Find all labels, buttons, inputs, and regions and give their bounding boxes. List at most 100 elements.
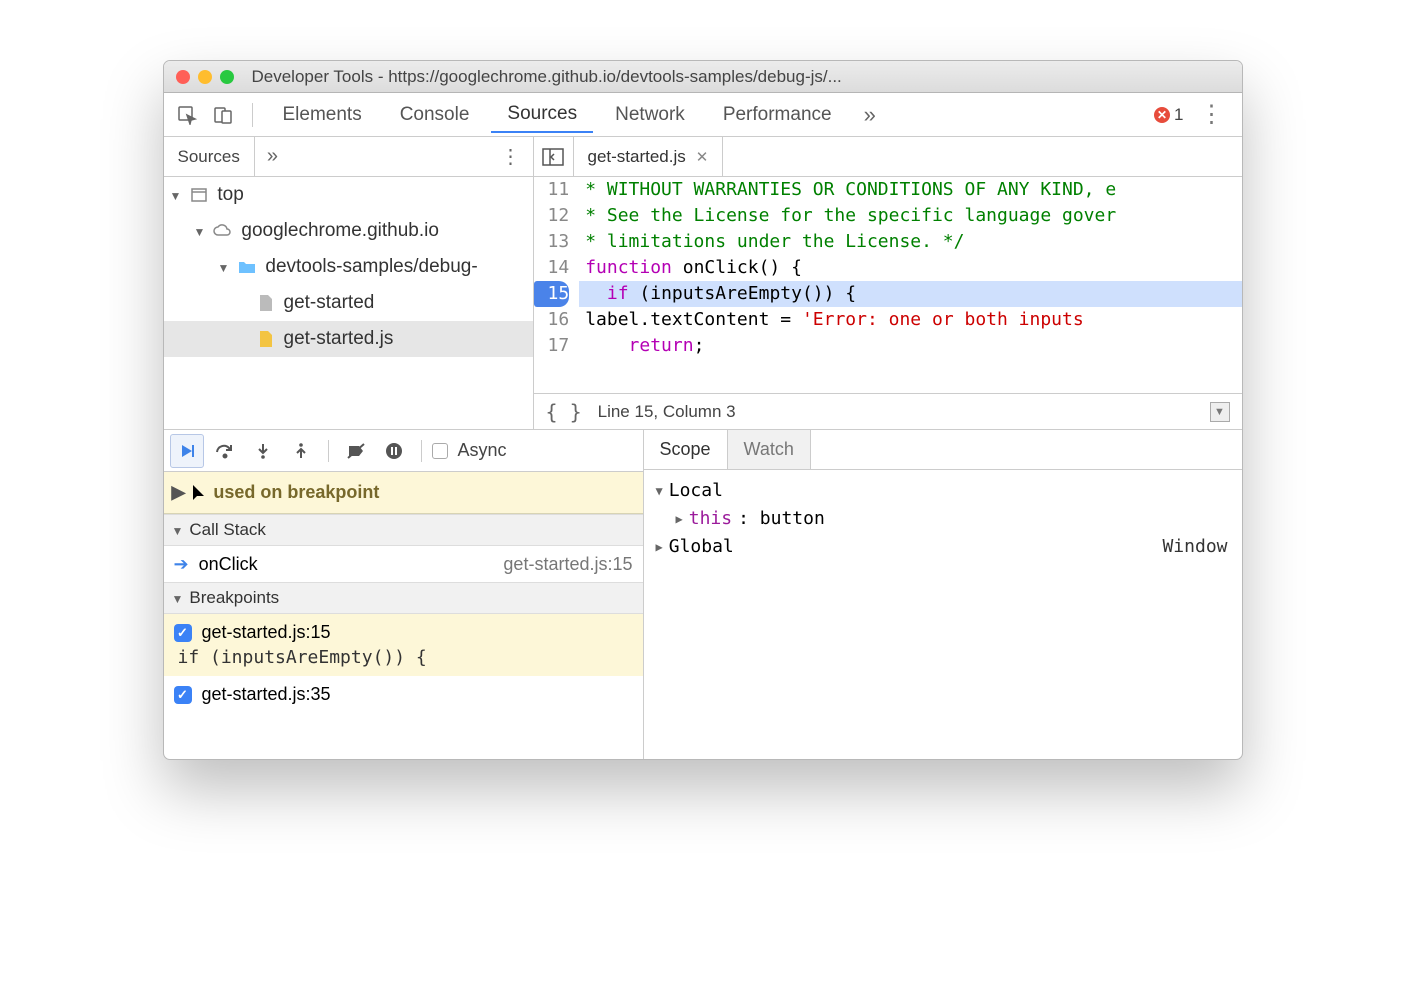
tree-folder[interactable]: ▼ devtools-samples/debug-: [164, 249, 533, 285]
error-icon: ✕: [1154, 107, 1170, 123]
scope-local[interactable]: ▼Local: [644, 476, 1242, 504]
breakpoints-label: Breakpoints: [189, 588, 279, 608]
tree-file-html-label: get-started: [284, 292, 375, 314]
maximize-window-button[interactable]: [220, 70, 234, 84]
breakpoint-item[interactable]: ✓ get-started.js:35: [164, 676, 643, 713]
code-keyword: function: [585, 257, 672, 278]
breakpoints-header[interactable]: ▼Breakpoints: [164, 582, 643, 614]
pretty-print-icon[interactable]: { }: [546, 400, 582, 424]
debugger-toolbar: Async: [164, 430, 643, 472]
breakpoint-item[interactable]: ✓ get-started.js:15 if (inputsAreEmpty()…: [164, 614, 643, 676]
step-over-button[interactable]: [208, 434, 242, 468]
editor-tabs: get-started.js ✕: [534, 137, 1242, 177]
tree-file-js[interactable]: get-started.js: [164, 321, 533, 357]
editor-statusbar: { } Line 15, Column 3 ▼: [534, 393, 1242, 429]
scope-this-value: : button: [738, 508, 825, 529]
stack-frame-location: get-started.js:15: [503, 554, 632, 575]
subtab-more-icon[interactable]: »: [255, 137, 290, 176]
code-text: label.textContent =: [585, 309, 802, 330]
device-toolbar-icon[interactable]: [208, 100, 238, 130]
stack-frame-name: onClick: [199, 554, 258, 575]
tab-sources[interactable]: Sources: [491, 97, 593, 133]
step-into-button[interactable]: [246, 434, 280, 468]
code-text: (inputsAreEmpty()) {: [629, 283, 857, 304]
cursor-icon: [191, 483, 207, 503]
tree-file-js-label: get-started.js: [284, 328, 394, 350]
coverage-dropdown-icon[interactable]: ▼: [1210, 402, 1230, 422]
file-tree: ▼ top ▼ googlechrome.github.io ▼ devtool…: [164, 177, 533, 429]
breakpoint-code: if (inputsAreEmpty()) {: [174, 647, 633, 668]
async-checkbox[interactable]: [432, 443, 448, 459]
call-stack-label: Call Stack: [189, 520, 266, 540]
close-window-button[interactable]: [176, 70, 190, 84]
current-frame-icon: ➔: [174, 554, 189, 575]
breakpoint-checkbox[interactable]: ✓: [174, 624, 192, 642]
main-tabbar: Elements Console Sources Network Perform…: [164, 93, 1242, 137]
breakpoint-checkbox[interactable]: ✓: [174, 686, 192, 704]
call-stack-header[interactable]: ▼Call Stack: [164, 514, 643, 546]
tree-top-label: top: [217, 184, 243, 206]
window-titlebar: Developer Tools - https://googlechrome.g…: [164, 61, 1242, 93]
scope-tree: ▼Local ▶this: button ▶GlobalWindow: [644, 470, 1242, 759]
deactivate-breakpoints-button[interactable]: [339, 434, 373, 468]
window-icon: [189, 185, 209, 205]
paused-text: used on breakpoint: [213, 482, 379, 503]
scope-this-label: this: [689, 508, 732, 529]
navigator-toggle-icon[interactable]: [534, 137, 574, 176]
line-number-breakpoint[interactable]: 15: [534, 281, 570, 307]
subtab-menu-icon[interactable]: ⋮: [489, 137, 533, 176]
line-number[interactable]: 11: [534, 177, 570, 203]
scope-this[interactable]: ▶this: button: [644, 504, 1242, 532]
line-number[interactable]: 12: [534, 203, 570, 229]
code-keyword: return: [629, 335, 694, 356]
line-number[interactable]: 16: [534, 307, 570, 333]
tree-domain[interactable]: ▼ googlechrome.github.io: [164, 213, 533, 249]
resume-button[interactable]: [170, 434, 204, 468]
scope-global[interactable]: ▶GlobalWindow: [644, 532, 1242, 560]
tab-elements[interactable]: Elements: [267, 98, 378, 132]
scope-watch-tabs: Scope Watch: [644, 430, 1242, 470]
tab-watch[interactable]: Watch: [728, 430, 811, 469]
tab-network[interactable]: Network: [599, 98, 701, 132]
code-string: 'Error: one or both inputs: [802, 309, 1084, 330]
code-editor[interactable]: 11 12 13 14 15 16 17 * WITHOUT WARRANTIE…: [534, 177, 1242, 393]
step-out-button[interactable]: [284, 434, 318, 468]
stack-frame[interactable]: ➔ onClick get-started.js:15: [164, 546, 643, 582]
tree-file-html[interactable]: get-started: [164, 285, 533, 321]
settings-menu-icon[interactable]: ⋮: [1190, 100, 1234, 129]
code-keyword: if: [607, 283, 629, 304]
inspect-element-icon[interactable]: [172, 100, 202, 130]
file-js-icon: [256, 329, 276, 349]
cursor-position: Line 15, Column 3: [598, 402, 736, 422]
paused-banner: ▶ used on breakpoint: [164, 472, 643, 514]
line-gutter: 11 12 13 14 15 16 17: [534, 177, 580, 393]
code-line: * See the License for the specific langu…: [585, 205, 1116, 226]
tab-console[interactable]: Console: [384, 98, 486, 132]
more-tabs-icon[interactable]: »: [854, 102, 886, 128]
async-label: Async: [458, 440, 507, 461]
error-count-value: 1: [1174, 105, 1183, 125]
subtab-sources[interactable]: Sources: [164, 137, 255, 176]
sources-subtabs: Sources » ⋮: [164, 137, 533, 177]
tree-top[interactable]: ▼ top: [164, 177, 533, 213]
line-number[interactable]: 17: [534, 333, 570, 359]
minimize-window-button[interactable]: [198, 70, 212, 84]
tab-performance[interactable]: Performance: [707, 98, 848, 132]
file-tab-get-started-js[interactable]: get-started.js ✕: [574, 137, 724, 176]
file-tab-label: get-started.js: [588, 147, 686, 167]
window-title: Developer Tools - https://googlechrome.g…: [252, 67, 1230, 87]
tree-domain-label: googlechrome.github.io: [241, 220, 439, 242]
expand-icon: ▼: [194, 225, 206, 239]
pause-exceptions-button[interactable]: [377, 434, 411, 468]
tab-scope[interactable]: Scope: [644, 430, 728, 469]
code-line: * WITHOUT WARRANTIES OR CONDITIONS OF AN…: [585, 179, 1116, 200]
line-number[interactable]: 13: [534, 229, 570, 255]
error-count[interactable]: ✕ 1: [1154, 105, 1183, 125]
tree-folder-label: devtools-samples/debug-: [265, 256, 477, 278]
devtools-window: Developer Tools - https://googlechrome.g…: [163, 60, 1243, 760]
play-icon: ▶: [172, 482, 186, 503]
close-tab-icon[interactable]: ✕: [696, 148, 709, 166]
breakpoint-label: get-started.js:15: [202, 622, 331, 643]
line-number[interactable]: 14: [534, 255, 570, 281]
code-text: onClick() {: [672, 257, 802, 278]
